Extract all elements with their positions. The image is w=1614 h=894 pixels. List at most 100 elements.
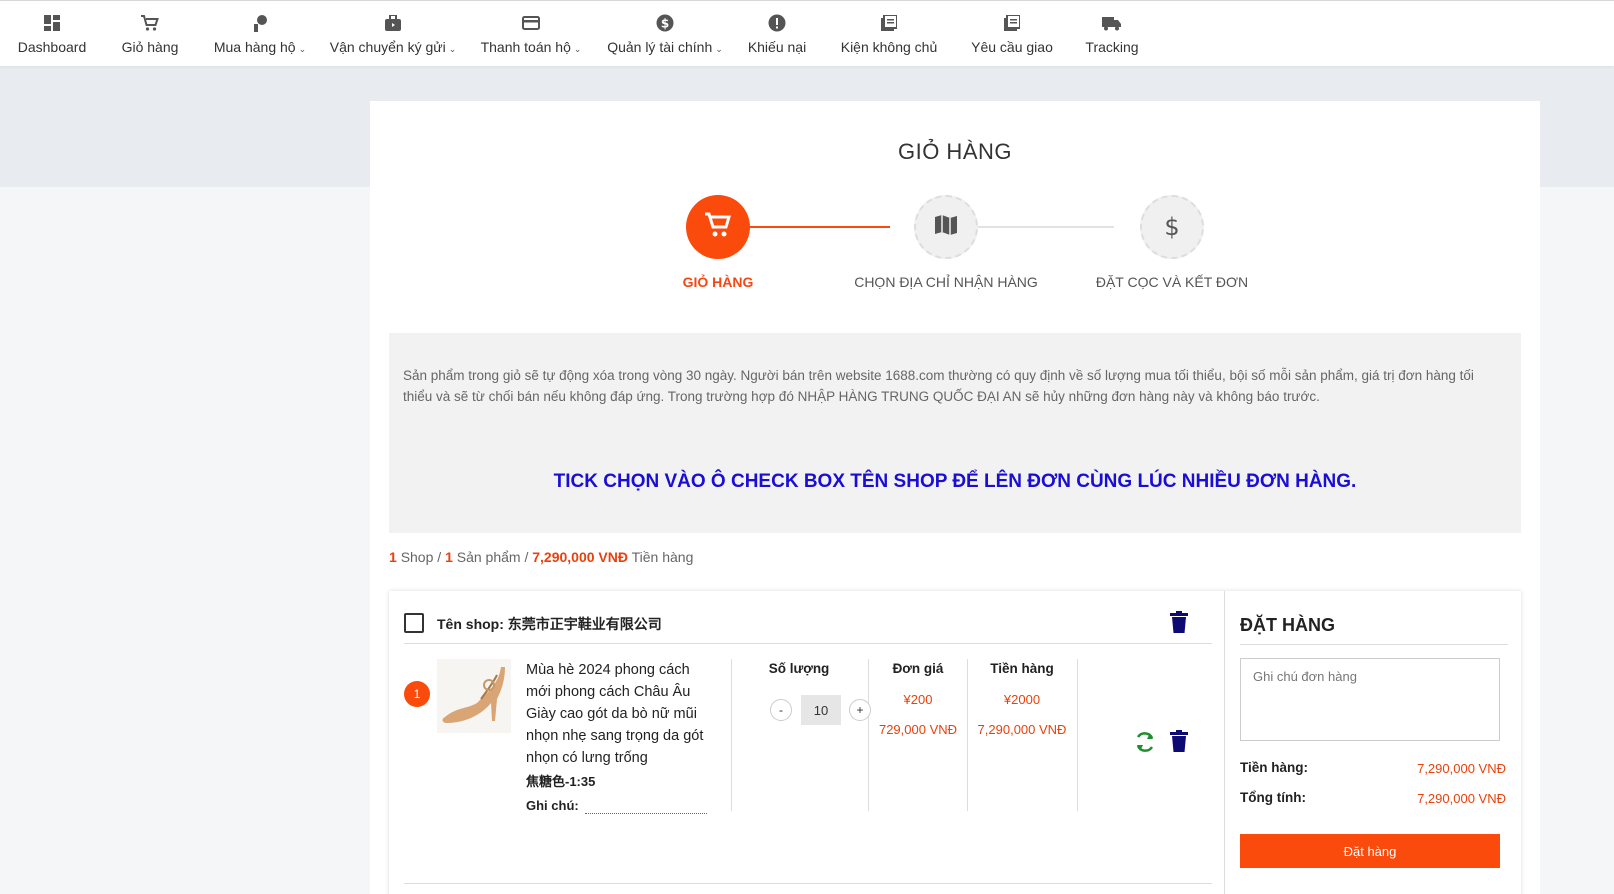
truck-icon xyxy=(1102,13,1122,33)
item-index-badge: 1 xyxy=(404,681,430,707)
cart-summary: 1 Shop / 1 Sản phẩm / 7,290,000 VNĐ Tiền… xyxy=(389,549,693,565)
nav-label-wrap: Quản lý tài chính ⌄ xyxy=(607,39,723,55)
step-label-cart: GIỎ HÀNG xyxy=(682,274,754,290)
nav-label: Khiếu nại xyxy=(747,39,807,55)
svg-text:$: $ xyxy=(661,17,669,31)
shop-label: Shop / xyxy=(400,549,442,565)
order-note-field[interactable] xyxy=(1240,658,1500,741)
top-nav: Dashboard Giỏ hàng Mua hàng hộ ⌄ Vận chuy… xyxy=(0,0,1614,66)
order-panel-title: ĐẶT HÀNG xyxy=(1240,615,1335,635)
nav-dashboard[interactable]: Dashboard xyxy=(18,13,86,63)
chevron-down-icon: ⌄ xyxy=(715,44,723,54)
item-note-label: Ghi chú: xyxy=(526,798,579,813)
tick-instruction: TICK CHỌN VÀO Ô CHECK BOX TÊN SHOP ĐỂ LÊ… xyxy=(553,471,1357,492)
product-name[interactable]: Mùa hè 2024 phong cách mới phong cách Ch… xyxy=(526,659,716,769)
list-icon xyxy=(879,13,899,33)
product-variant: 焦糖色-1:35 xyxy=(526,774,596,789)
map-icon xyxy=(934,214,958,241)
notice-box: Sản phẩm trong giỏ sẽ tự động xóa trong … xyxy=(389,333,1521,533)
nav-consign-shipping[interactable]: Vận chuyển ký gửi ⌄ xyxy=(330,13,457,63)
shop-name: 东莞市正宇鞋业有限公司 xyxy=(507,616,662,632)
nav-delivery-request[interactable]: Yêu cầu giao xyxy=(970,13,1054,63)
line-total-cny: ¥2000 xyxy=(1003,692,1041,707)
nav-label-wrap: Mua hàng hộ ⌄ xyxy=(214,39,306,55)
nav-label: Vận chuyển ký gửi xyxy=(329,39,446,55)
unit-price-header: Đơn giá xyxy=(892,661,944,676)
quantity-input[interactable] xyxy=(801,695,841,725)
delete-item-trash-icon[interactable] xyxy=(1170,730,1188,757)
shop-title: Tên shop: 东莞市正宇鞋业有限公司 xyxy=(437,614,662,634)
dashboard-icon xyxy=(42,13,62,33)
dollar-icon: $ xyxy=(655,13,675,33)
chevron-down-icon: ⌄ xyxy=(573,44,582,54)
dollar-icon: $ xyxy=(1164,213,1180,241)
chevron-down-icon: ⌄ xyxy=(448,44,457,54)
quantity-header: Số lượng xyxy=(768,661,830,676)
nav-label: Mua hàng hộ xyxy=(213,39,296,55)
subtotal-label: Tiền hàng: xyxy=(1240,760,1309,775)
nav-label: Thanh toán hộ xyxy=(480,39,571,55)
shoe-image xyxy=(437,659,511,733)
step-connector-active xyxy=(728,226,890,228)
step-cart xyxy=(686,195,750,259)
nav-complaint[interactable]: Khiếu nại xyxy=(748,13,806,63)
shop-checkbox[interactable] xyxy=(404,613,424,633)
nav-unclaimed-parcel[interactable]: Kiện không chủ xyxy=(838,13,940,63)
shop-count: 1 xyxy=(389,549,397,565)
refresh-icon[interactable] xyxy=(1134,731,1156,758)
unit-price-cny: ¥200 xyxy=(903,692,933,707)
column-divider xyxy=(1077,659,1078,811)
cart-icon xyxy=(140,13,160,33)
item-divider xyxy=(404,883,1212,884)
step-label-address: CHỌN ĐỊA CHỈ NHẬN HÀNG xyxy=(854,274,1038,290)
unit-price-vnd: 729,000 VNĐ xyxy=(878,722,958,737)
subtotal-value: 7,290,000 VNĐ xyxy=(1417,761,1506,776)
product-count: 1 xyxy=(445,549,453,565)
step-label-deposit: ĐẶT CỌC VÀ KẾT ĐƠN xyxy=(1095,274,1249,290)
quantity-increase-button[interactable]: + xyxy=(849,699,871,721)
nav-label: Yêu cầu giao xyxy=(971,39,1053,55)
cart-icon xyxy=(704,212,732,243)
nav-cart[interactable]: Giỏ hàng xyxy=(118,13,182,63)
nav-label: Giỏ hàng xyxy=(121,39,179,55)
notice-text: Sản phẩm trong giỏ sẽ tự động xóa trong … xyxy=(403,368,1474,404)
nav-label-wrap: Thanh toán hộ ⌄ xyxy=(481,39,582,55)
order-panel: ĐẶT HÀNG Tiền hàng: 7,290,000 VNĐ Tổng t… xyxy=(1224,591,1521,894)
nav-label: Dashboard xyxy=(17,39,87,55)
nav-tracking[interactable]: Tracking xyxy=(1084,13,1140,63)
alert-icon xyxy=(767,13,787,33)
buy-icon xyxy=(250,13,270,33)
summary-total-label: Tiền hàng xyxy=(631,549,694,565)
shipping-bag-icon xyxy=(383,13,403,33)
product-label: Sản phẩm / xyxy=(456,549,529,565)
place-order-button[interactable]: Đặt hàng xyxy=(1240,834,1500,868)
shop-header: Tên shop: 东莞市正宇鞋业有限公司 xyxy=(404,609,1212,644)
nav-label-wrap: Vận chuyển ký gửi ⌄ xyxy=(330,39,457,55)
cart-card: GIỎ HÀNG $ GIỎ HÀNG CHỌN ĐỊA CHỈ NHẬN HÀ… xyxy=(370,101,1540,894)
summary-total: 7,290,000 VNĐ xyxy=(532,549,628,565)
item-note-input[interactable] xyxy=(585,813,707,814)
nav-finance[interactable]: $ Quản lý tài chính ⌄ xyxy=(606,13,724,63)
card-icon xyxy=(521,13,541,33)
nav-label: Tracking xyxy=(1085,39,1139,55)
page-title: GIỎ HÀNG xyxy=(897,139,1012,164)
quantity-decrease-button[interactable]: - xyxy=(770,699,792,721)
nav-buy-for-me[interactable]: Mua hàng hộ ⌄ xyxy=(212,13,308,63)
grand-total-value: 7,290,000 VNĐ xyxy=(1417,791,1506,806)
line-total-vnd: 7,290,000 VNĐ xyxy=(977,722,1067,737)
grand-total-label: Tổng tính: xyxy=(1240,790,1306,805)
nav-label: Kiện không chủ xyxy=(840,39,938,55)
nav-pay-for-me[interactable]: Thanh toán hộ ⌄ xyxy=(480,13,582,63)
product-thumbnail[interactable] xyxy=(437,659,511,733)
column-divider xyxy=(731,659,732,811)
shop-label: Tên shop: xyxy=(437,616,504,632)
delete-shop-trash-icon[interactable] xyxy=(1170,611,1188,638)
shop-block: Tên shop: 东莞市正宇鞋业有限公司 1 Mùa hè 2024 phon… xyxy=(389,591,1521,894)
column-divider xyxy=(967,659,968,811)
total-header: Tiền hàng xyxy=(990,661,1054,676)
order-panel-divider xyxy=(1240,644,1508,645)
list-icon xyxy=(1002,13,1022,33)
chevron-down-icon: ⌄ xyxy=(298,44,307,54)
step-address xyxy=(914,195,978,259)
nav-label: Quản lý tài chính xyxy=(607,39,713,55)
